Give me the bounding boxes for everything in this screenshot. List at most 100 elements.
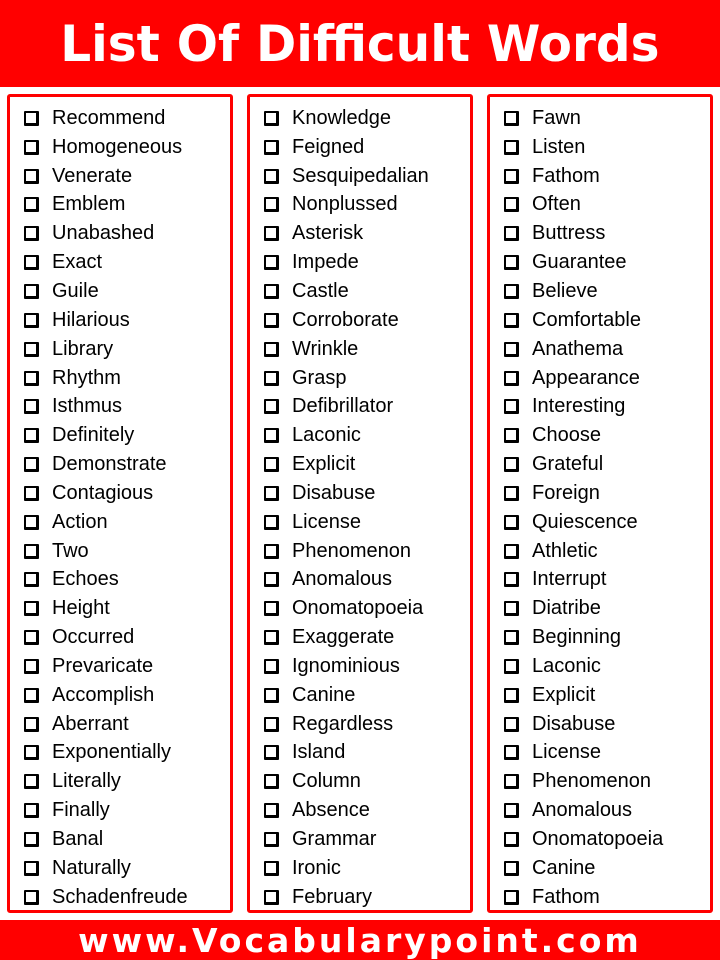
checkbox-icon: [504, 312, 519, 328]
website-url: www.Vocabularypoint.com: [78, 920, 642, 960]
checkbox-icon: [504, 687, 519, 703]
checkbox-icon: [24, 226, 39, 242]
word-label: Athletic: [532, 539, 598, 562]
list-item: Explicit: [501, 681, 710, 710]
checkbox-icon: [264, 572, 279, 588]
checkbox-icon: [24, 255, 39, 271]
word-label: Onomatopoeia: [292, 597, 424, 620]
checkbox-icon: [264, 832, 279, 848]
list-item: Definitely: [21, 421, 230, 450]
checkbox-icon: [24, 283, 39, 299]
checkbox-icon: [264, 370, 279, 386]
word-label: Nonplussed: [292, 193, 398, 216]
list-item: Rhythm: [21, 364, 230, 393]
checkbox-icon: [24, 312, 39, 328]
list-item: Phenomenon: [261, 537, 470, 566]
checkbox-icon: [24, 687, 39, 703]
checkbox-icon: [504, 543, 519, 559]
word-label: Regardless: [292, 712, 394, 735]
word-label: Guarantee: [532, 251, 627, 274]
word-label: Phenomenon: [292, 539, 411, 562]
list-item: Disabuse: [261, 479, 470, 508]
list-item: Isthmus: [21, 392, 230, 421]
word-label: Sesquipedalian: [292, 164, 429, 187]
word-label: Unabashed: [52, 222, 155, 245]
list-item: Disabuse: [501, 710, 710, 739]
list-item: Listen: [501, 133, 710, 162]
checkbox-icon: [264, 110, 279, 126]
word-label: Anomalous: [532, 799, 633, 822]
checkbox-icon: [264, 803, 279, 819]
word-label: Emblem: [52, 193, 126, 216]
word-label: Contagious: [52, 481, 154, 504]
checkbox-icon: [264, 514, 279, 530]
word-label: Column: [292, 770, 361, 793]
word-label: License: [532, 741, 601, 764]
word-label: Interesting: [532, 395, 626, 418]
word-label: Asterisk: [292, 222, 364, 245]
list-item: Castle: [261, 277, 470, 306]
list-item: Grammar: [261, 825, 470, 854]
list-item: Library: [21, 335, 230, 364]
word-label: Fathom: [532, 885, 600, 908]
list-item: License: [261, 508, 470, 537]
checkbox-icon: [264, 341, 279, 357]
list-item: Anomalous: [501, 796, 710, 825]
checkbox-icon: [504, 457, 519, 473]
list-item: Defibrillator: [261, 392, 470, 421]
list-item: Anathema: [501, 335, 710, 364]
checkbox-icon: [504, 485, 519, 501]
word-label: Disabuse: [532, 712, 616, 735]
list-item: Comfortable: [501, 306, 710, 335]
checkbox-icon: [264, 226, 279, 242]
word-label: Demonstrate: [52, 453, 167, 476]
word-label: Believe: [532, 279, 598, 302]
word-label: Action: [52, 510, 108, 533]
checkbox-icon: [264, 601, 279, 617]
list-item: Literally: [21, 767, 230, 796]
list-item: Action: [21, 508, 230, 537]
list-item: Corroborate: [261, 306, 470, 335]
checkbox-icon: [264, 860, 279, 876]
checkbox-icon: [24, 139, 39, 155]
word-label: Homogeneous: [52, 135, 183, 158]
checkbox-icon: [24, 774, 39, 790]
checkbox-icon: [504, 745, 519, 761]
checkbox-icon: [504, 110, 519, 126]
list-item: Impede: [261, 248, 470, 277]
checkbox-icon: [504, 399, 519, 415]
word-label: Schadenfreude: [52, 885, 188, 908]
list-item: Ignominious: [261, 652, 470, 681]
word-label: Venerate: [52, 164, 133, 187]
checkbox-icon: [24, 658, 39, 674]
list-item: Beginning: [501, 623, 710, 652]
word-label: Phenomenon: [532, 770, 651, 793]
checkbox-icon: [24, 168, 39, 184]
word-label: Disabuse: [292, 481, 376, 504]
word-label: Buttress: [532, 222, 606, 245]
checkbox-icon: [504, 255, 519, 271]
list-item: Foreign: [501, 479, 710, 508]
list-item: Naturally: [21, 854, 230, 883]
checkbox-icon: [504, 370, 519, 386]
list-item: Sesquipedalian: [261, 162, 470, 191]
word-label: Feigned: [292, 135, 365, 158]
list-item: Contagious: [21, 479, 230, 508]
list-item: Grasp: [261, 364, 470, 393]
checkbox-icon: [504, 197, 519, 213]
word-label: Comfortable: [532, 308, 641, 331]
list-item: Onomatopoeia: [261, 594, 470, 623]
word-label: Absence: [292, 799, 370, 822]
list-item: Interrupt: [501, 566, 710, 595]
checkbox-icon: [264, 745, 279, 761]
word-label: Grateful: [532, 453, 604, 476]
checkbox-icon: [264, 889, 279, 905]
list-item: Guarantee: [501, 248, 710, 277]
list-item: Diatribe: [501, 594, 710, 623]
word-label: Onomatopoeia: [532, 828, 664, 851]
checkbox-icon: [504, 601, 519, 617]
checkbox-icon: [504, 428, 519, 444]
list-item: Athletic: [501, 537, 710, 566]
list-item: Aberrant: [21, 710, 230, 739]
word-label: Hilarious: [52, 308, 130, 331]
